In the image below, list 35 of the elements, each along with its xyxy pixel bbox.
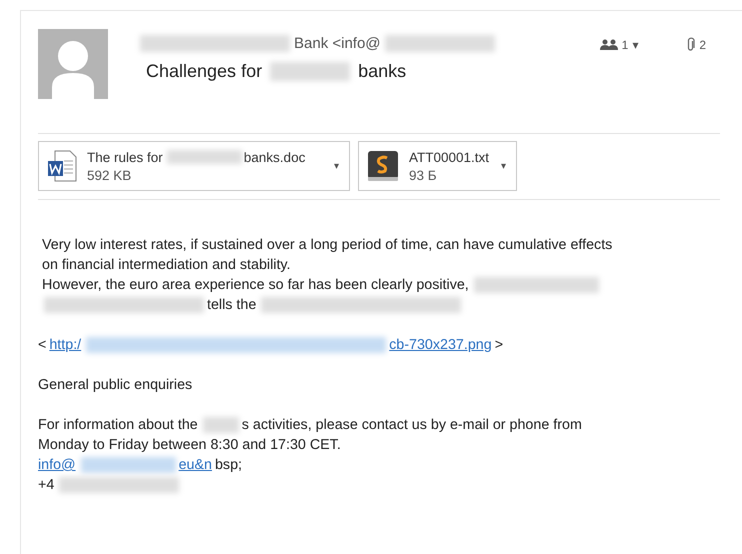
text: For information about the	[38, 417, 198, 433]
text: However, the euro area experience so far has been clearly positive,	[42, 277, 469, 293]
link[interactable]: info@	[38, 457, 76, 473]
text: The rules for	[87, 150, 163, 164]
attachment-count: 2	[699, 38, 706, 52]
caret-icon[interactable]: ▾	[632, 38, 638, 52]
text: Very low interest rates, if sustained over a long period of time, can have cumulative effects on financial intermediation and stability.	[42, 237, 612, 273]
text: ATT00001.txt	[409, 150, 490, 164]
file-size: 592 KB	[87, 168, 132, 182]
text: s activities, please contact us by e-mail or phone from	[242, 417, 582, 433]
text: +4	[38, 477, 54, 493]
attachment-card[interactable]: The rules for banks.doc 592 KB ▾	[38, 141, 350, 191]
text: Challenges for	[146, 61, 262, 82]
file-size: 93 Б	[409, 168, 438, 182]
caret-icon[interactable]: ▾	[501, 160, 506, 172]
text: General public enquiries	[38, 377, 192, 393]
text: Monday to Friday between 8:30 and 17:30 CET.	[38, 437, 341, 453]
text: banks	[358, 61, 406, 82]
redaction-blur	[202, 417, 239, 434]
text: Bank <info@	[294, 35, 381, 52]
text: tells the	[207, 297, 256, 313]
sublime-file-icon	[367, 150, 399, 182]
link[interactable]: eu&n	[178, 457, 212, 473]
paperclip-icon	[686, 37, 696, 52]
link[interactable]: cb-730x237.png	[389, 337, 492, 353]
people-icon[interactable]	[600, 39, 618, 50]
caret-icon[interactable]: ▾	[334, 160, 339, 172]
text: <	[38, 337, 46, 353]
word-document-icon	[47, 150, 77, 182]
link[interactable]: http:/	[49, 337, 82, 353]
text: >	[494, 337, 504, 353]
recipient-count[interactable]: 1	[622, 38, 628, 52]
avatar-icon	[38, 29, 108, 99]
text: banks.doc	[244, 150, 306, 164]
text: bsp;	[214, 457, 242, 473]
